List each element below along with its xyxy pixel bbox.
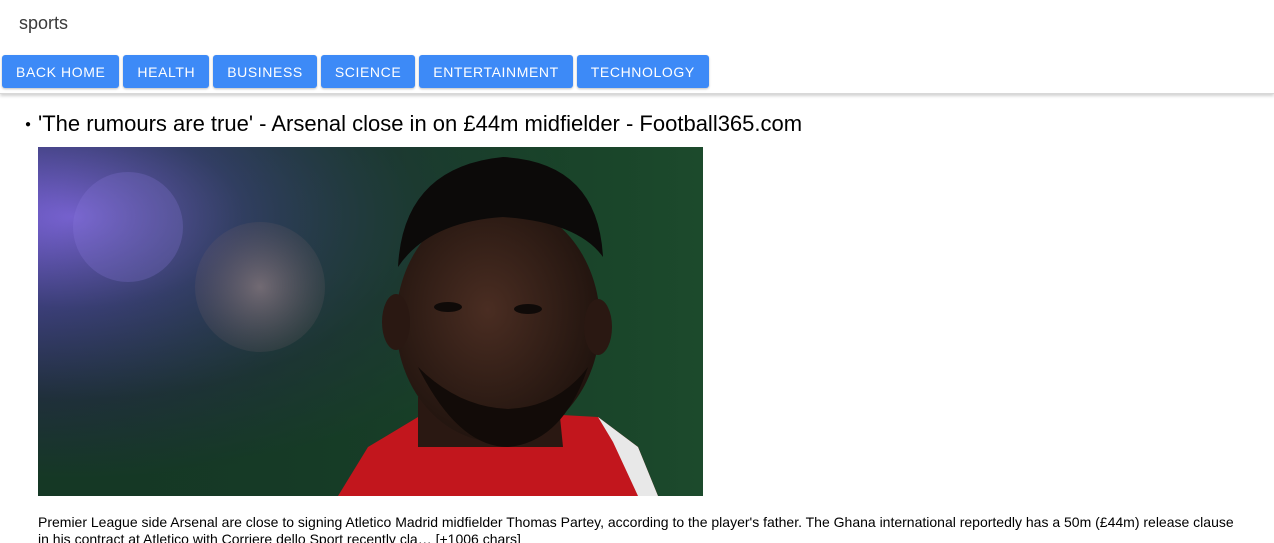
back-home-button[interactable]: BACK HOME <box>2 55 120 88</box>
science-button[interactable]: SCIENCE <box>320 55 416 88</box>
list-item: ● 'The rumours are true' - Arsenal close… <box>25 111 1274 543</box>
article-description: Premier League side Arsenal are close to… <box>38 514 1274 543</box>
technology-button[interactable]: TECHNOLOGY <box>576 55 709 88</box>
bullet-marker: ● <box>25 119 32 130</box>
article-image <box>38 147 703 496</box>
business-button[interactable]: BUSINESS <box>213 55 317 88</box>
article-list: ● 'The rumours are true' - Arsenal close… <box>0 94 1274 543</box>
article-photo <box>38 147 703 496</box>
article-title-link[interactable]: 'The rumours are true' - Arsenal close i… <box>38 111 1274 137</box>
header-bar: sports BACK HOME HEALTH BUSINESS SCIENCE… <box>0 0 1274 94</box>
health-button[interactable]: HEALTH <box>123 55 210 88</box>
category-title: sports <box>19 13 69 33</box>
entertainment-button[interactable]: ENTERTAINMENT <box>419 55 573 88</box>
category-nav: BACK HOME HEALTH BUSINESS SCIENCE ENTERT… <box>2 55 709 88</box>
description-line: Premier League side Arsenal are close to… <box>38 514 1234 530</box>
description-line: in his contract at Atletico with Corrier… <box>38 531 521 543</box>
